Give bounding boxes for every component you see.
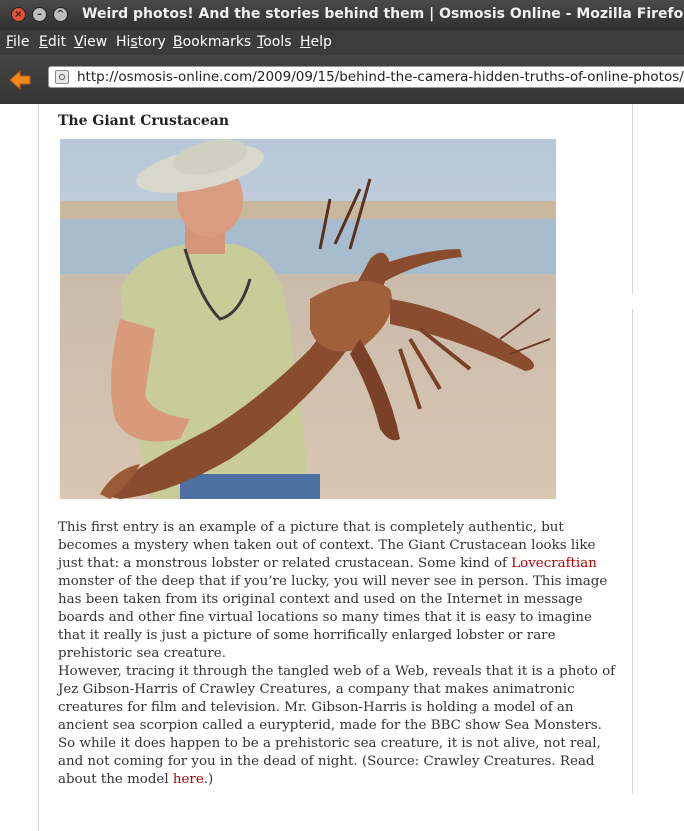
article-text: .) xyxy=(203,772,214,787)
photo-illustration xyxy=(60,139,556,499)
back-button[interactable] xyxy=(8,69,32,91)
menu-tools[interactable]: Tools xyxy=(257,34,292,50)
window-titlebar: × – ^ Weird photos! And the stories behi… xyxy=(0,0,684,30)
url-text[interactable]: http://osmosis-online.com/2009/09/15/beh… xyxy=(77,69,684,85)
lovecraftian-link[interactable]: Lovecraftian xyxy=(511,556,597,571)
window-title: Weird photos! And the stories behind the… xyxy=(82,6,684,22)
menu-edit[interactable]: Edit xyxy=(39,34,66,50)
content-left-border xyxy=(38,104,39,831)
article-text: monster of the deep that if you’re lucky… xyxy=(58,574,608,661)
content-right-border-lower xyxy=(632,309,633,794)
article-heading: The Giant Crustacean xyxy=(58,113,230,129)
article-text: However, tracing it through the tangled … xyxy=(58,664,616,787)
window-minimize-button[interactable]: – xyxy=(32,7,47,22)
article-body: This first entry is an example of a pict… xyxy=(58,519,618,789)
menu-bookmarks[interactable]: Bookmarks xyxy=(173,34,251,50)
page-content: The Giant Crustacean This first entry is… xyxy=(0,104,684,831)
menu-help[interactable]: Help xyxy=(300,34,332,50)
menu-bar: File Edit View History Bookmarks Tools H… xyxy=(0,30,684,55)
giant-crustacean-photo xyxy=(60,139,556,499)
back-arrow-icon xyxy=(9,69,31,91)
window-close-button[interactable]: × xyxy=(11,7,26,22)
window-maximize-button[interactable]: ^ xyxy=(53,7,68,22)
menu-file[interactable]: File xyxy=(6,34,29,50)
site-identity-icon[interactable] xyxy=(55,70,69,84)
menu-view[interactable]: View xyxy=(74,34,107,50)
here-link[interactable]: here xyxy=(173,772,204,787)
address-bar[interactable]: http://osmosis-online.com/2009/09/15/beh… xyxy=(48,66,684,88)
menu-history[interactable]: History xyxy=(116,34,166,50)
content-right-border xyxy=(632,104,633,294)
